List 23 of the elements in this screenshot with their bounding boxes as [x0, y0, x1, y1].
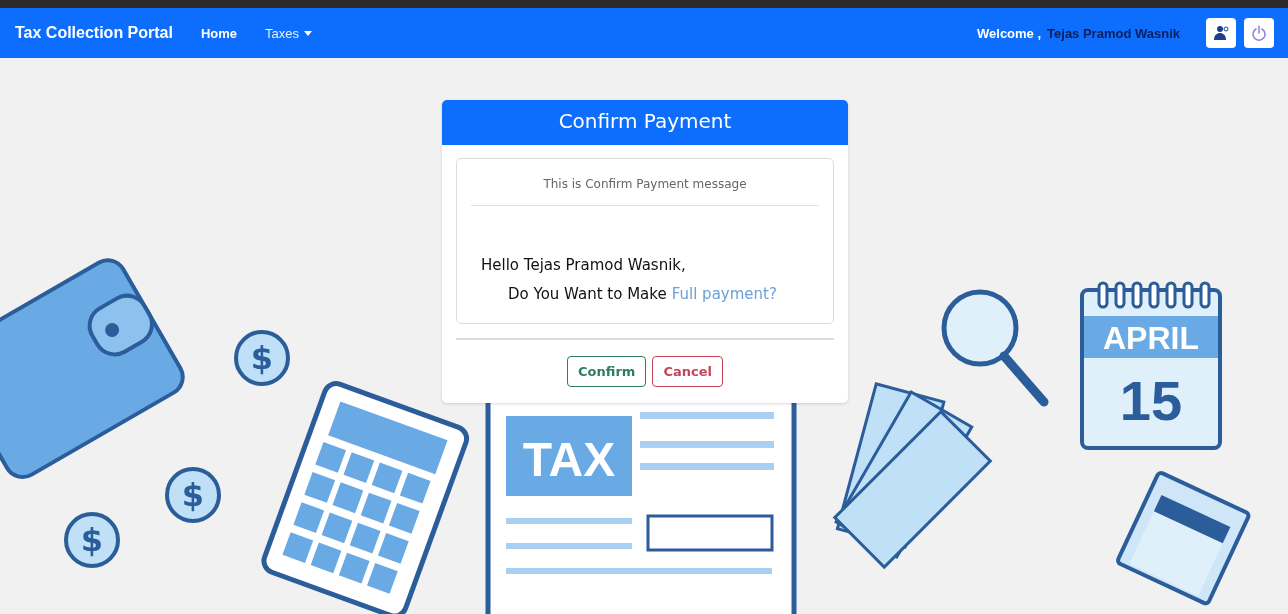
- cancel-button[interactable]: Cancel: [652, 356, 723, 387]
- question-text: Do You Want to Make: [508, 285, 667, 303]
- power-icon: [1251, 25, 1267, 41]
- dialog-title: Confirm Payment: [442, 100, 848, 145]
- message-text: This is Confirm Payment message: [542, 177, 748, 191]
- dollar-coin: $: [234, 330, 290, 386]
- confirm-button[interactable]: Confirm: [567, 356, 647, 387]
- nav-dropdown[interactable]: Taxes: [265, 25, 313, 41]
- profile-button[interactable]: [1206, 18, 1236, 48]
- user-name: Tejas Pramod Wasnik: [1047, 25, 1180, 41]
- tax-label: TAX: [522, 433, 616, 486]
- dollar-coin: $: [64, 512, 120, 568]
- calendar-month: APRIL: [1103, 320, 1199, 356]
- nav-link[interactable]: Home: [200, 25, 238, 41]
- brand-title[interactable]: Tax Collection Portal: [15, 24, 173, 42]
- full-payment-link[interactable]: Full payment?: [671, 285, 777, 303]
- caret-icon: [304, 30, 313, 36]
- dollar-coin: $: [165, 467, 221, 523]
- logout-button[interactable]: [1244, 18, 1274, 48]
- calendar-day: 15: [1119, 369, 1183, 432]
- welcome-label: Welcome ,: [977, 25, 1042, 41]
- greeting-text: Hello Tejas Pramod Wasnik,: [480, 256, 687, 274]
- user-icon: [1213, 25, 1229, 41]
